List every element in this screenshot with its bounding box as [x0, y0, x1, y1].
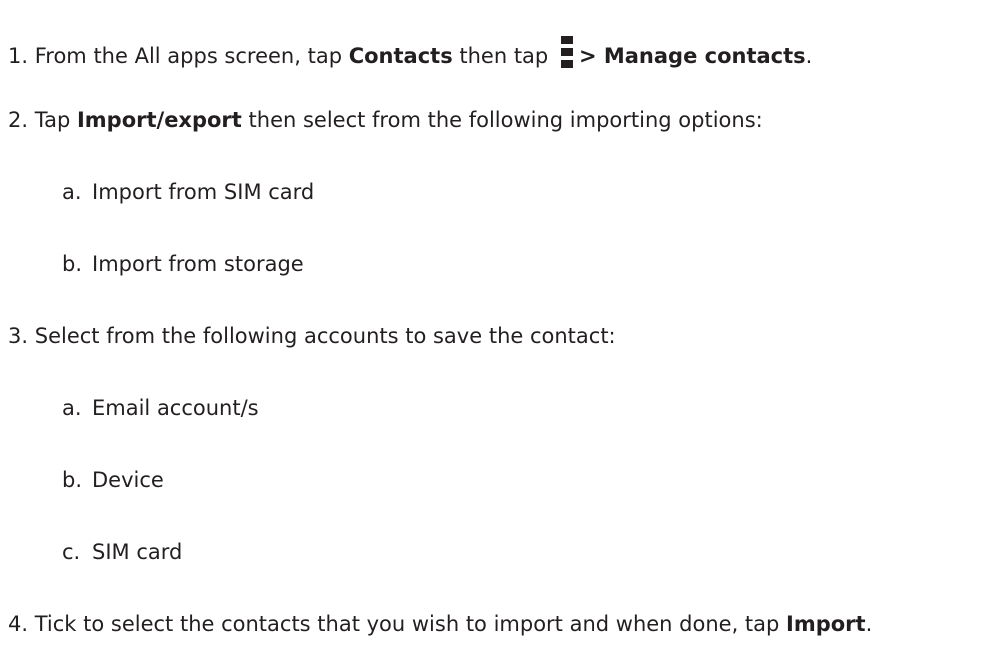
step-3: 3. Select from the following accounts to… — [8, 324, 616, 349]
option-letter: a. — [62, 180, 82, 204]
step-3-option-c: c. SIM card — [62, 540, 182, 565]
step-number: 2. — [8, 108, 29, 132]
option-text: Import from SIM card — [92, 180, 315, 204]
step-text: then tap — [452, 44, 555, 68]
step-2-option-a: a. Import from SIM card — [62, 180, 314, 205]
option-text: Import from storage — [92, 252, 304, 276]
option-text: SIM card — [92, 540, 183, 564]
overflow-menu-icon — [560, 36, 573, 69]
step-1: 1. From the All apps screen, tap Contact… — [8, 36, 812, 69]
step-number: 4. — [8, 612, 29, 636]
step-4: 4. Tick to select the contacts that you … — [8, 612, 872, 637]
step-text: then select from the following importing… — [241, 108, 763, 132]
step-3-option-a: a. Email account/s — [62, 396, 259, 421]
step-2: 2. Tap Import/export then select from th… — [8, 108, 763, 133]
step-text: . — [805, 44, 813, 68]
option-letter: b. — [62, 252, 83, 276]
option-text: Email account/s — [92, 396, 259, 420]
option-letter: b. — [62, 468, 83, 492]
step-text: Tick to select the contacts that you wis… — [34, 612, 787, 636]
contacts-app-label: Contacts — [348, 44, 453, 68]
step-text: From the All apps screen, tap — [34, 44, 349, 68]
step-3-option-b: b. Device — [62, 468, 164, 493]
step-number: 1. — [8, 44, 29, 68]
step-text: Select from the following accounts to sa… — [34, 324, 616, 348]
step-text: Tap — [34, 108, 77, 132]
step-number: 3. — [8, 324, 29, 348]
option-text: Device — [92, 468, 164, 492]
step-2-option-b: b. Import from storage — [62, 252, 304, 277]
step-text: . — [865, 612, 873, 636]
option-letter: a. — [62, 396, 82, 420]
import-label: Import — [786, 612, 866, 636]
manage-contacts-label: > Manage contacts — [578, 44, 806, 68]
import-export-label: Import/export — [76, 108, 242, 132]
option-letter: c. — [62, 540, 81, 564]
